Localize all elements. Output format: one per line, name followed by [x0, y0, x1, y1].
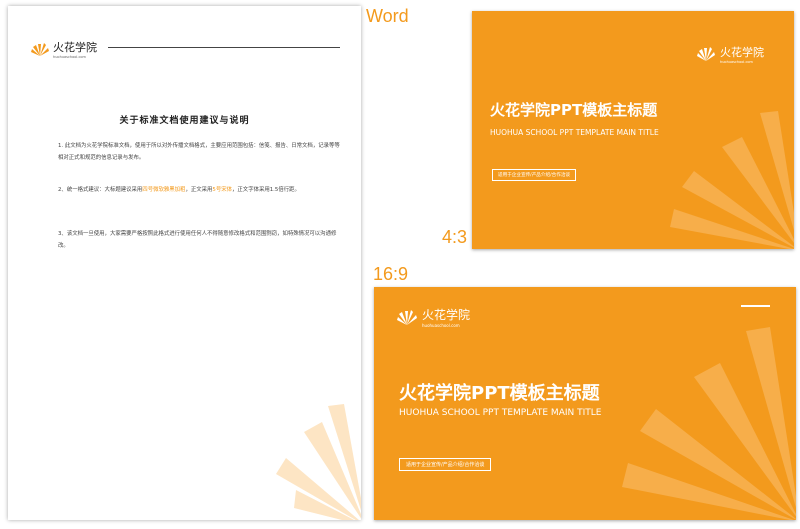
flame-logo-icon: [697, 47, 715, 61]
slide-16-9-logo: 火花学院 huohuaschool.com: [397, 307, 470, 328]
slide-16-9: 火花学院 huohuaschool.com 火花学院PPT模板主标题 HUOHU…: [374, 287, 796, 520]
svg-text:火花学院: 火花学院: [720, 45, 764, 59]
doc-paragraph-1: 1. 此文档为火花学院标准文档，使用于所以对外传播文档格式，主要应用范围包括：信…: [58, 143, 340, 161]
doc-logo-name: 火花学院: [53, 40, 97, 54]
slide-16-9-title: 火花学院PPT模板主标题: [399, 383, 600, 404]
word-document-page: 火花学院 huohuaschool.com 关于标准文档使用建议与说明 1. 此…: [8, 6, 361, 520]
flame-logo-icon: [31, 43, 49, 56]
slide-4-3-subtitle: HUOHUA SCHOOL PPT TEMPLATE MAIN TITLE: [490, 128, 659, 137]
slide-4-3-tag: 适用于企业宣传/产品介绍/合作洽谈: [492, 169, 577, 181]
ratio-16-9-label: 16:9: [373, 264, 409, 284]
slide-16-9-tag: 适用于企业宣传/产品介绍/合作洽谈: [399, 458, 492, 471]
slide-4-3-decoration: [670, 111, 794, 249]
slide-16-9-dash: [741, 305, 770, 307]
flame-logo-icon: [397, 310, 417, 325]
svg-text:火花学院: 火花学院: [422, 307, 470, 322]
slide-16-9-subtitle: HUOHUA SCHOOL PPT TEMPLATE MAIN TITLE: [399, 408, 602, 418]
doc-logo-site: huohuaschool.com: [53, 55, 87, 59]
header-rule: [108, 47, 340, 48]
doc-paragraph-2: 2、统一格式建议：大标题建议采用四号微软雅黑加粗，正文采用5号宋体，正文字体采用…: [58, 187, 300, 193]
svg-text:huohuaschool.com: huohuaschool.com: [720, 60, 754, 64]
doc-logo: 火花学院 huohuaschool.com: [30, 36, 110, 66]
word-label: Word: [366, 6, 409, 26]
slide-4-3-title: 火花学院PPT模板主标题: [490, 101, 658, 119]
doc-paragraph-3: 3、该文档一旦使用，大家需要严格按照此格式进行使用任何人不得随意修改格式和范围剽…: [58, 231, 337, 249]
svg-text:huohuaschool.com: huohuaschool.com: [422, 323, 460, 328]
slide-4-3-logo: 火花学院 huohuaschool.com: [697, 45, 764, 64]
slide-16-9-decoration: [622, 327, 796, 520]
ratio-4-3-label: 4:3: [442, 227, 468, 247]
slide-4-3: 火花学院 huohuaschool.com 火花学院PPT模板主标题 HUOHU…: [472, 11, 794, 249]
doc-title: 关于标准文档使用建议与说明: [119, 116, 250, 126]
doc-corner-decoration: [276, 404, 361, 520]
